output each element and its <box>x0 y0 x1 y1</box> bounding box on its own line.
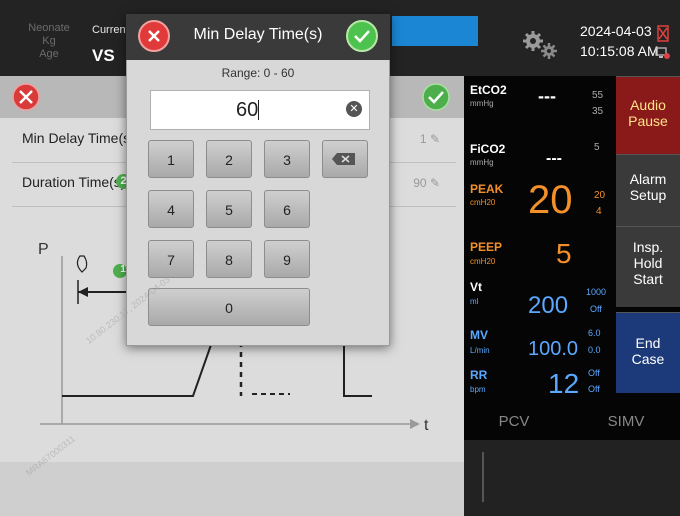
network-icon <box>655 47 670 59</box>
mv-unit: L/min <box>470 346 490 355</box>
end-case-line2: Case <box>631 351 665 367</box>
etco2-high-limit: 55 <box>592 90 604 101</box>
date-display: 2024-04-03 <box>580 23 652 39</box>
key-7[interactable]: 7 <box>148 240 194 278</box>
backspace-button[interactable] <box>322 140 368 178</box>
vt-low-limit: Off <box>590 304 602 314</box>
mode-tab-pcv[interactable]: PCV <box>464 404 564 440</box>
patient-age-label: Age <box>39 48 59 60</box>
end-case-button[interactable]: End Case <box>616 312 680 393</box>
dialog-confirm-button[interactable] <box>346 20 378 52</box>
alarm-setup-line1: Alarm <box>629 171 667 187</box>
key-8[interactable]: 8 <box>206 240 252 278</box>
rr-label: RR <box>470 368 488 382</box>
audio-pause-button[interactable]: Audio Pause <box>616 76 680 155</box>
insp-hold-line3: Start <box>633 271 663 287</box>
fico2-high-limit: 5 <box>594 142 600 153</box>
etco2-value: --- <box>538 86 556 106</box>
key-0[interactable]: 0 <box>148 288 310 326</box>
mv-low-limit: 0.0 <box>588 345 601 355</box>
text-caret <box>258 100 259 120</box>
key-6[interactable]: 6 <box>264 190 310 228</box>
key-4[interactable]: 4 <box>148 190 194 228</box>
setting-value: 1 ✎ <box>419 132 440 146</box>
insp-hold-start-button[interactable]: Insp. Hold Start <box>616 226 680 307</box>
peep-unit: cmH20 <box>470 257 496 266</box>
rr-unit: bpm <box>470 385 486 394</box>
vt-label: Vt <box>470 280 482 294</box>
dialog-value-input[interactable] <box>150 90 370 130</box>
current-mode-label: Current <box>92 24 129 36</box>
status-banner <box>392 16 478 46</box>
fico2-label: FiCO2 <box>470 142 506 156</box>
alarm-setup-line2: Setup <box>629 187 667 203</box>
patient-weight-label: Kg <box>42 35 56 47</box>
peak-low-limit: 4 <box>596 206 602 217</box>
panel-cancel-button[interactable] <box>8 82 44 112</box>
audio-pause-line1: Audio <box>630 97 666 113</box>
audio-pause-line2: Pause <box>628 113 668 129</box>
hand-pointer-icon <box>76 255 88 273</box>
panel-confirm-button[interactable] <box>418 82 454 112</box>
etco2-label: EtCO2 <box>470 83 507 97</box>
peep-value: 5 <box>556 238 572 269</box>
setting-label: Min Delay Time(s) <box>22 130 135 146</box>
peak-value: 20 <box>528 178 573 222</box>
key-2[interactable]: 2 <box>206 140 252 178</box>
gear-small-icon <box>541 43 557 59</box>
mv-high-limit: 6.0 <box>588 328 601 338</box>
key-1[interactable]: 1 <box>148 140 194 178</box>
graph-y-axis-label: P <box>38 241 49 258</box>
vt-value: 200 <box>528 292 569 319</box>
rr-low-limit: Off <box>588 384 600 394</box>
divider <box>482 452 484 502</box>
peak-high-limit: 20 <box>594 190 606 201</box>
close-icon <box>148 30 160 42</box>
rr-high-limit: Off <box>588 368 600 378</box>
dialog-value-text: 60 <box>236 99 259 121</box>
peep-label: PEEP <box>470 240 503 254</box>
check-icon <box>354 30 370 43</box>
peak-unit: cmH20 <box>470 198 496 207</box>
panel-footer <box>0 462 464 516</box>
etco2-unit: mmHg <box>470 99 494 108</box>
mv-label: MV <box>470 328 488 342</box>
key-3[interactable]: 3 <box>264 140 310 178</box>
clear-input-icon[interactable]: ✕ <box>346 101 362 117</box>
vt-unit: ml <box>470 297 479 306</box>
setting-value: 90 ✎ <box>413 176 440 190</box>
mode-tab-simv[interactable]: SIMV <box>572 404 680 440</box>
patient-category: Neonate <box>28 22 70 34</box>
rr-value: 12 <box>548 368 580 399</box>
dialog-range: Range: 0 - 60 <box>221 66 295 80</box>
fico2-value: --- <box>546 150 562 167</box>
insp-hold-line1: Insp. <box>632 239 664 255</box>
patient-info[interactable]: Neonate Kg Age <box>26 22 72 61</box>
sidebar-footer <box>464 440 680 516</box>
graph-x-axis-label: t <box>424 417 429 434</box>
peak-label: PEAK <box>470 182 504 196</box>
mv-value: 100.0 <box>528 338 579 360</box>
etco2-low-limit: 35 <box>592 106 604 117</box>
setting-label: Duration Time(s) <box>22 174 126 190</box>
time-display: 10:15:08 AM <box>580 43 659 59</box>
fico2-unit: mmHg <box>470 158 494 167</box>
battery-alert-icon <box>657 25 669 42</box>
current-mode-value[interactable]: VS <box>92 46 115 66</box>
dialog-cancel-button[interactable] <box>138 20 170 52</box>
insp-hold-line2: Hold <box>633 255 663 271</box>
end-case-line1: End <box>635 335 661 351</box>
key-5[interactable]: 5 <box>206 190 252 228</box>
backspace-icon <box>332 153 355 165</box>
vt-high-limit: 1000 <box>586 287 607 297</box>
key-9[interactable]: 9 <box>264 240 310 278</box>
alarm-setup-button[interactable]: Alarm Setup <box>616 154 680 227</box>
